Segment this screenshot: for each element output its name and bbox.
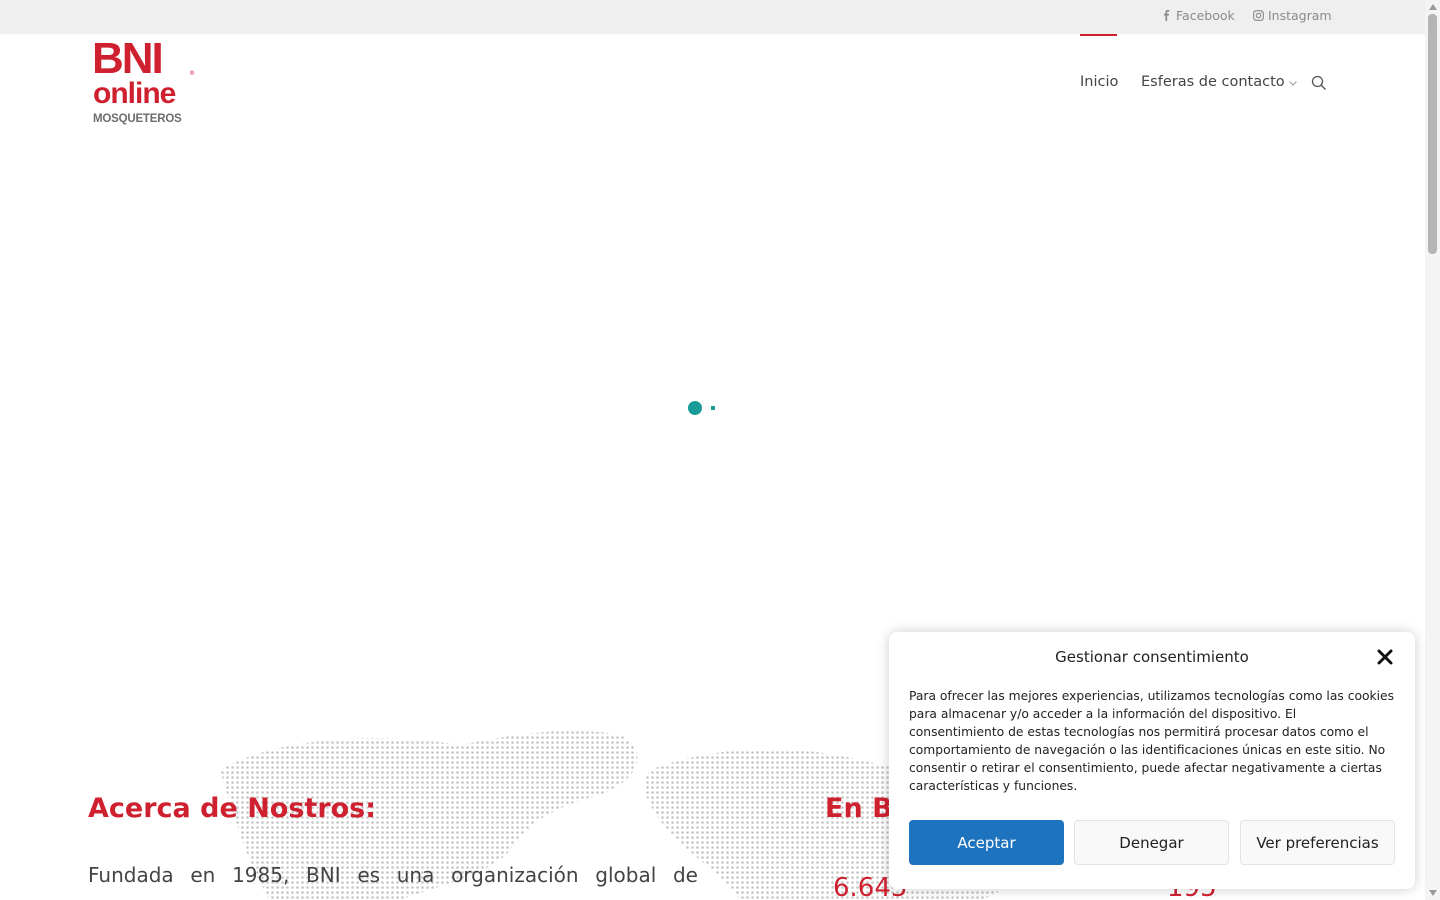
search-icon[interactable] <box>1311 75 1327 91</box>
scroll-thumb[interactable] <box>1428 14 1437 254</box>
scroll-down-icon[interactable] <box>1429 890 1437 896</box>
close-icon[interactable] <box>1376 648 1394 666</box>
logo-registered: ® <box>189 70 195 77</box>
instagram-label: Instagram <box>1268 8 1332 23</box>
nav-active-indicator <box>1080 34 1117 36</box>
nav-item-inicio[interactable]: Inicio <box>1080 74 1118 90</box>
preferences-button[interactable]: Ver preferencias <box>1240 820 1395 865</box>
logo-online: online <box>93 77 176 110</box>
logo-chapter: MOSQUETEROS <box>93 113 182 125</box>
bni-stats-title: En B <box>825 793 893 824</box>
nav-item-esferas[interactable]: Esferas de contacto <box>1141 74 1285 90</box>
facebook-link[interactable]: Facebook <box>1161 8 1235 23</box>
about-text: Fundada en 1985, BNI es una organización… <box>88 863 698 887</box>
consent-title: Gestionar consentimiento <box>1055 648 1249 666</box>
instagram-link[interactable]: Instagram <box>1253 8 1332 23</box>
consent-text: Para ofrecer las mejores experiencias, u… <box>909 689 1395 793</box>
accept-button[interactable]: Aceptar <box>909 820 1064 865</box>
chevron-down-icon[interactable] <box>1288 78 1298 88</box>
facebook-label: Facebook <box>1176 8 1235 23</box>
page-scrollbar[interactable] <box>1425 0 1440 900</box>
cookie-consent-dialog: Gestionar consentimiento Para ofrecer la… <box>889 632 1415 889</box>
instagram-icon <box>1253 10 1264 21</box>
scroll-up-icon[interactable] <box>1429 4 1437 10</box>
facebook-icon <box>1164 10 1170 21</box>
deny-button[interactable]: Denegar <box>1074 820 1229 865</box>
about-title: Acerca de Nostros: <box>88 793 377 824</box>
loader-dot <box>711 406 715 410</box>
loader-dot <box>688 401 702 415</box>
top-bar: Facebook Instagram <box>0 0 1425 34</box>
site-logo[interactable]: BNI ® online MOSQUETEROS <box>92 34 197 128</box>
